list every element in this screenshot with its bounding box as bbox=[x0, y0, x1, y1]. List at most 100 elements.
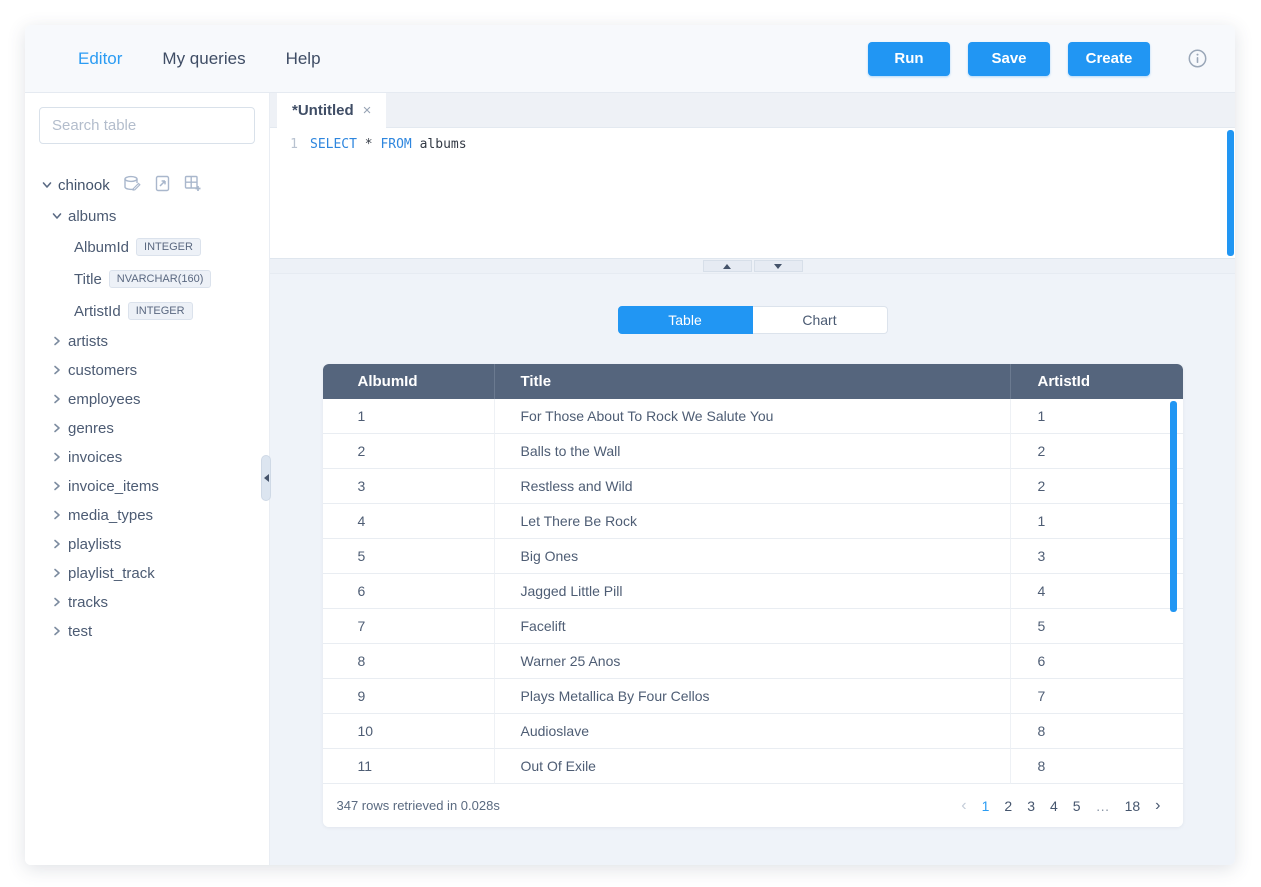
info-icon[interactable] bbox=[1188, 49, 1207, 68]
nav-item-editor[interactable]: Editor bbox=[78, 49, 122, 69]
save-button[interactable]: Save bbox=[968, 42, 1050, 76]
table-header-artistid[interactable]: ArtistId bbox=[1011, 364, 1183, 399]
tab-title: *Untitled bbox=[292, 102, 354, 119]
sql-editor[interactable]: 1 SELECT * FROM albums bbox=[270, 128, 1235, 258]
pagination-page-18[interactable]: 18 bbox=[1125, 798, 1141, 814]
results-footer: 347 rows retrieved in 0.028s ‹ 12345 … 18 › bbox=[323, 784, 1183, 827]
nav-item-my-queries[interactable]: My queries bbox=[162, 49, 245, 69]
sidebar-table-playlist-track[interactable]: playlist_track bbox=[25, 559, 269, 588]
chevron-right-icon bbox=[52, 536, 62, 553]
chevron-right-icon bbox=[52, 478, 62, 495]
table-row: 10Audioslave8 bbox=[323, 714, 1183, 749]
column-type-badge: INTEGER bbox=[128, 302, 193, 320]
tab-close-icon[interactable]: × bbox=[363, 102, 372, 119]
nav-buttons: Run Save Create bbox=[868, 42, 1150, 76]
cell-artistid: 1 bbox=[1011, 399, 1183, 434]
column-name: AlbumId bbox=[74, 239, 129, 256]
sidebar-table-genres[interactable]: genres bbox=[25, 414, 269, 443]
database-edit-icon[interactable] bbox=[123, 175, 141, 196]
cell-albumid: 8 bbox=[323, 644, 495, 679]
toggle-chart[interactable]: Chart bbox=[753, 306, 888, 334]
pagination-page-2[interactable]: 2 bbox=[1004, 798, 1012, 814]
chevron-right-icon bbox=[52, 565, 62, 582]
database-row-chinook[interactable]: chinook bbox=[25, 170, 269, 200]
cell-albumid: 7 bbox=[323, 609, 495, 644]
sidebar-collapse-handle[interactable] bbox=[261, 455, 271, 501]
status-text: 347 rows retrieved in 0.028s bbox=[337, 798, 500, 813]
sidebar-table-customers[interactable]: customers bbox=[25, 356, 269, 385]
tab-untitled[interactable]: *Untitled × bbox=[277, 93, 386, 128]
table-row: 4Let There Be Rock1 bbox=[323, 504, 1183, 539]
sidebar-table-artists[interactable]: artists bbox=[25, 327, 269, 356]
table-list: artistscustomersemployeesgenresinvoices i… bbox=[25, 327, 269, 646]
cell-artistid: 8 bbox=[1011, 749, 1183, 784]
splitter-up-button[interactable] bbox=[703, 260, 752, 272]
create-button[interactable]: Create bbox=[1068, 42, 1150, 76]
pagination-ellipsis: … bbox=[1096, 798, 1110, 814]
pagination-page-4[interactable]: 4 bbox=[1050, 798, 1058, 814]
table-add-icon[interactable] bbox=[184, 175, 202, 196]
cell-artistid: 6 bbox=[1011, 644, 1183, 679]
pagination-prev[interactable]: ‹ bbox=[961, 797, 966, 815]
cell-albumid: 3 bbox=[323, 469, 495, 504]
table-header-albumid[interactable]: AlbumId bbox=[323, 364, 495, 399]
pagination-page-1[interactable]: 1 bbox=[982, 798, 990, 814]
table-body: 1For Those About To Rock We Salute You12… bbox=[323, 399, 1183, 784]
sidebar-table-playlists[interactable]: playlists bbox=[25, 530, 269, 559]
table-row: 3Restless and Wild2 bbox=[323, 469, 1183, 504]
run-button[interactable]: Run bbox=[868, 42, 950, 76]
table-row: 1For Those About To Rock We Salute You1 bbox=[323, 399, 1183, 434]
pagination-page-3[interactable]: 3 bbox=[1027, 798, 1035, 814]
toggle-table[interactable]: Table bbox=[618, 306, 753, 334]
sidebar-table-test[interactable]: test bbox=[25, 617, 269, 646]
cell-albumid: 4 bbox=[323, 504, 495, 539]
pagination-page-5[interactable]: 5 bbox=[1073, 798, 1081, 814]
cell-artistid: 7 bbox=[1011, 679, 1183, 714]
collapse-left-icon bbox=[264, 474, 269, 482]
editor-scrollbar[interactable] bbox=[1227, 130, 1234, 256]
sidebar-table-tracks[interactable]: tracks bbox=[25, 588, 269, 617]
results-panel: TableChart AlbumIdTitleArtistId 1For Tho… bbox=[270, 274, 1235, 865]
table-name: tracks bbox=[68, 594, 108, 611]
column-name: ArtistId bbox=[74, 303, 121, 320]
splitter-down-button[interactable] bbox=[754, 260, 803, 272]
table-header-title[interactable]: Title bbox=[495, 364, 1011, 399]
nav-item-help[interactable]: Help bbox=[286, 49, 321, 69]
sidebar-table-invoices[interactable]: invoices bbox=[25, 443, 269, 472]
navbar: Editor My queries Help Run Save Create bbox=[25, 25, 1235, 93]
cell-artistid: 8 bbox=[1011, 714, 1183, 749]
sidebar-table-albums[interactable]: albums bbox=[25, 202, 269, 231]
cell-title: Audioslave bbox=[495, 714, 1011, 749]
sidebar-table-media-types[interactable]: media_types bbox=[25, 501, 269, 530]
cell-artistid: 5 bbox=[1011, 609, 1183, 644]
table-row: 5Big Ones3 bbox=[323, 539, 1183, 574]
view-toggle: TableChart bbox=[618, 306, 888, 334]
cell-artistid: 2 bbox=[1011, 434, 1183, 469]
code-token-plain: * bbox=[357, 137, 380, 152]
chevron-right-icon bbox=[52, 623, 62, 640]
results-card: AlbumIdTitleArtistId 1For Those About To… bbox=[323, 364, 1183, 827]
nav-actions: Run Save Create bbox=[868, 42, 1207, 76]
results-table: AlbumIdTitleArtistId 1For Those About To… bbox=[323, 364, 1183, 784]
results-scrollbar[interactable] bbox=[1170, 401, 1177, 612]
triangle-down-icon bbox=[774, 264, 782, 269]
app-card: Editor My queries Help Run Save Create bbox=[25, 25, 1235, 865]
chevron-right-icon bbox=[52, 594, 62, 611]
table-name: invoice_items bbox=[68, 478, 159, 495]
code-line: SELECT * FROM albums bbox=[310, 135, 467, 258]
sidebar: chinook bbox=[25, 93, 270, 865]
column-row-albumid: AlbumIdINTEGER bbox=[25, 231, 269, 263]
cell-title: Big Ones bbox=[495, 539, 1011, 574]
table-row: 7Facelift5 bbox=[323, 609, 1183, 644]
main-panel: *Untitled × 1 SELECT * FROM albums Table… bbox=[270, 93, 1235, 865]
cell-title: Out Of Exile bbox=[495, 749, 1011, 784]
pagination-next[interactable]: › bbox=[1155, 797, 1160, 815]
cell-albumid: 1 bbox=[323, 399, 495, 434]
sidebar-table-employees[interactable]: employees bbox=[25, 385, 269, 414]
sidebar-table-invoice-items[interactable]: invoice_items bbox=[25, 472, 269, 501]
cell-artistid: 2 bbox=[1011, 469, 1183, 504]
search-input[interactable] bbox=[39, 107, 255, 144]
chevron-right-icon bbox=[52, 362, 62, 379]
triangle-up-icon bbox=[723, 264, 731, 269]
file-export-icon[interactable] bbox=[155, 175, 170, 196]
